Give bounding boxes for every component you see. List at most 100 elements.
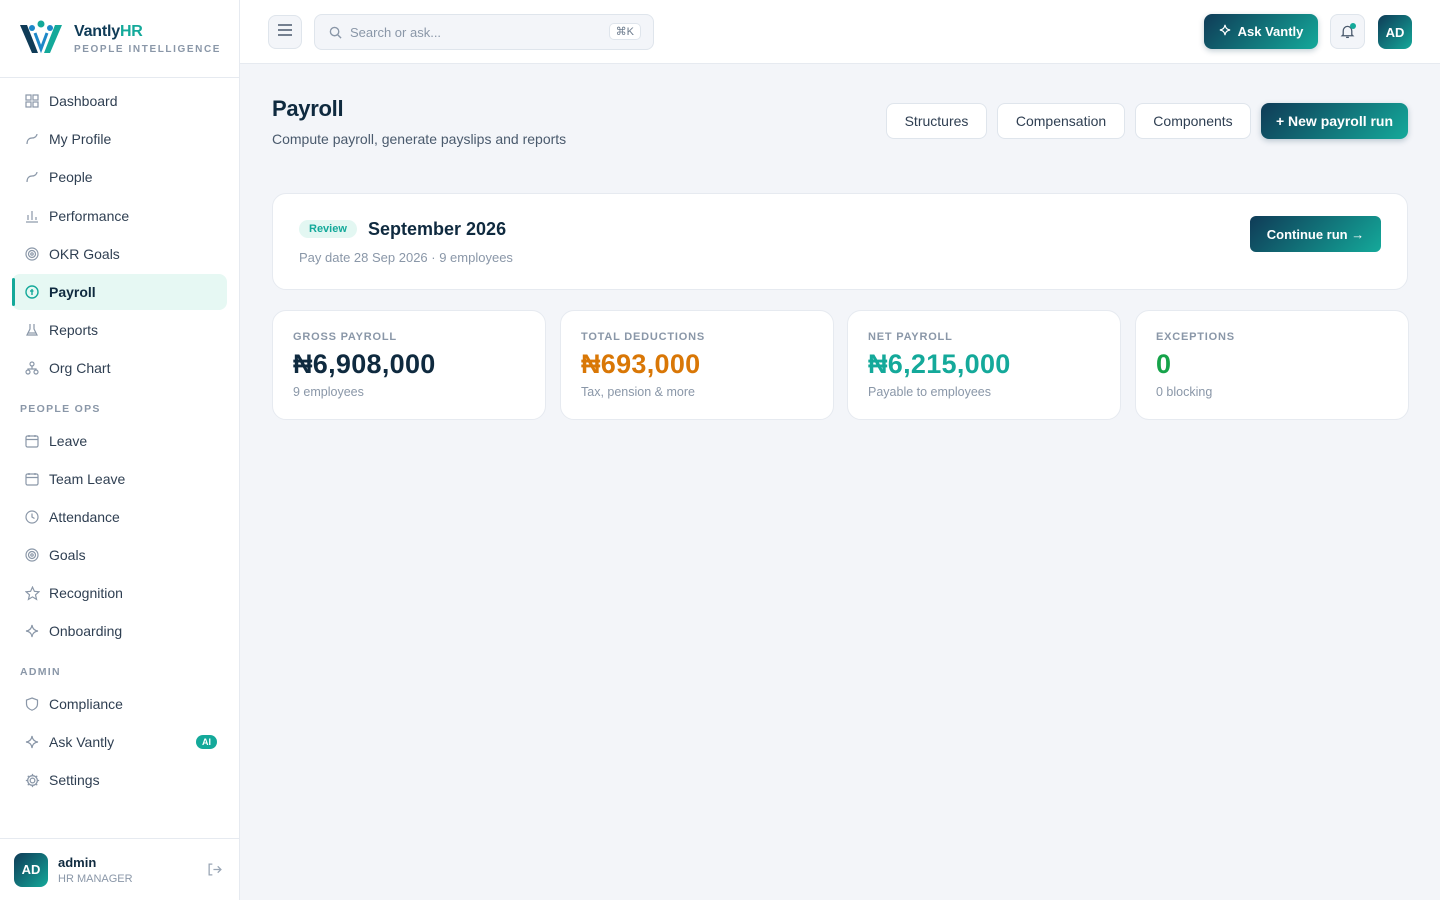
sidebar-item-okr-goals[interactable]: OKR Goals [12, 236, 227, 272]
clock-icon [24, 509, 40, 525]
sidebar-item-label: Reports [49, 322, 99, 339]
sidebar-item-compliance[interactable]: Compliance [12, 686, 227, 722]
sidebar-item-people[interactable]: People [12, 159, 227, 195]
sidebar-item-dashboard[interactable]: Dashboard [12, 83, 227, 119]
gear-icon [24, 772, 40, 788]
sidebar-item-label: Leave [49, 432, 88, 449]
structures-button[interactable]: Structures [886, 103, 987, 139]
sidebar-item-my-profile[interactable]: My Profile [12, 121, 227, 157]
stat-card-total-deductions: TOTAL DEDUCTIONS ₦693,000 Tax, pension &… [560, 310, 834, 420]
sidebar-item-label: Team Leave [49, 470, 126, 487]
sidebar-item-label: Onboarding [49, 623, 123, 640]
stat-value: 0 [1156, 349, 1172, 379]
stat-card-net-payroll: NET PAYROLL ₦6,215,000 Payable to employ… [847, 310, 1121, 420]
money-icon [24, 284, 40, 300]
user-avatar-button[interactable]: AD [1378, 15, 1412, 49]
stat-value: ₦6,908,000 [293, 349, 436, 379]
user-name: admin [58, 854, 97, 870]
sidebar-item-label: Recognition [49, 585, 123, 602]
sidebar-item-reports[interactable]: Reports [12, 312, 227, 348]
calendar-icon [24, 471, 40, 487]
sidebar-item-org-chart[interactable]: Org Chart [12, 350, 227, 386]
stat-card-exceptions: EXCEPTIONS 0 0 blocking [1135, 310, 1409, 420]
notification-dot [1350, 23, 1356, 29]
sidebar-item-payroll[interactable]: Payroll [12, 273, 227, 310]
sidebar-item-label: People [49, 169, 93, 186]
search-shortcut: ⌘K [608, 23, 641, 40]
sidebar-item-label: Attendance [49, 508, 120, 525]
notifications-button[interactable] [1330, 14, 1365, 49]
stat-note: 9 employees [293, 385, 364, 399]
vantly-logo [20, 20, 62, 53]
users-icon [24, 169, 40, 185]
sidebar-item-goals[interactable]: Goals [12, 537, 227, 573]
sidebar-nav: Dashboard My Profile People Performance … [0, 78, 239, 798]
sparkle-icon [24, 734, 40, 750]
ask-vantly-button[interactable]: Ask Vantly [1204, 14, 1318, 49]
stat-note: Tax, pension & more [581, 385, 695, 399]
section-people-ops: PEOPLE OPS [20, 402, 101, 415]
brand-tagline: PEOPLE INTELLIGENCE [74, 43, 222, 55]
sidebar-item-label: Payroll [49, 283, 96, 300]
sidebar: VantlyHR PEOPLE INTELLIGENCE Dashboard M… [0, 0, 240, 900]
search-box[interactable]: ⌘K [314, 14, 654, 50]
sidebar-item-attendance[interactable]: Attendance [12, 499, 227, 535]
logout-icon[interactable] [207, 862, 222, 882]
run-meta: Pay date 28 Sep 2026 · 9 employees [299, 250, 513, 265]
flask-icon [24, 322, 40, 338]
sidebar-item-label: My Profile [49, 131, 112, 148]
search-input[interactable] [350, 24, 600, 40]
stat-label: EXCEPTIONS [1156, 331, 1235, 343]
sparkle-icon [1219, 24, 1231, 39]
hamburger-icon [277, 23, 293, 42]
sidebar-item-label: Ask Vantly [49, 733, 115, 750]
components-button[interactable]: Components [1135, 103, 1251, 139]
payroll-run-card: Review September 2026 Pay date 28 Sep 20… [272, 193, 1408, 290]
page-subtitle: Compute payroll, generate payslips and r… [272, 131, 567, 147]
user-role: HR MANAGER [58, 872, 133, 885]
page-title: Payroll [272, 96, 344, 121]
ask-vantly-label: Ask Vantly [1237, 24, 1304, 39]
sidebar-item-onboarding[interactable]: Onboarding [12, 613, 227, 649]
stat-card-gross-payroll: GROSS PAYROLL ₦6,908,000 9 employees [272, 310, 546, 420]
stat-value: ₦6,215,000 [868, 349, 1011, 379]
sidebar-item-performance[interactable]: Performance [12, 198, 227, 234]
sidebar-item-label: Settings [49, 772, 100, 788]
run-title: September 2026 [368, 219, 507, 239]
topbar: ⌘K Ask Vantly AD [240, 0, 1440, 64]
grid-icon [24, 93, 40, 109]
star-icon [24, 585, 40, 601]
sidebar-item-label: Performance [49, 207, 130, 224]
sidebar-item-team-leave[interactable]: Team Leave [12, 461, 227, 497]
stat-label: NET PAYROLL [868, 331, 953, 343]
org-chart-icon [24, 360, 40, 376]
compensation-button[interactable]: Compensation [997, 103, 1125, 139]
status-badge: Review [299, 220, 357, 238]
sidebar-item-label: Org Chart [49, 360, 111, 377]
sidebar-item-label: Compliance [49, 695, 123, 712]
stat-value: ₦693,000 [581, 349, 701, 379]
stat-note: 0 blocking [1156, 385, 1213, 399]
new-payroll-run-button[interactable]: + New payroll run [1261, 103, 1408, 139]
target-icon [24, 246, 40, 262]
ai-badge: AI [196, 734, 217, 749]
avatar: AD [14, 852, 48, 887]
sidebar-item-label: Dashboard [49, 93, 118, 109]
stat-label: GROSS PAYROLL [293, 331, 397, 343]
sidebar-item-ask-vantly[interactable]: Ask Vantly AI [12, 724, 227, 760]
stat-label: TOTAL DEDUCTIONS [581, 331, 706, 343]
search-icon [329, 26, 342, 39]
sidebar-item-settings[interactable]: Settings [12, 762, 227, 798]
brand-name: VantlyHR [74, 22, 143, 40]
brand[interactable]: VantlyHR PEOPLE INTELLIGENCE [0, 0, 239, 78]
user-icon [24, 131, 40, 147]
continue-run-button[interactable]: Continue run → [1250, 216, 1381, 252]
menu-button[interactable] [268, 15, 302, 49]
sidebar-item-label: OKR Goals [49, 245, 120, 262]
user-profile[interactable]: AD admin HR MANAGER [0, 838, 240, 900]
sidebar-item-leave[interactable]: Leave [12, 423, 227, 459]
sidebar-item-label: Goals [49, 547, 86, 564]
sidebar-item-recognition[interactable]: Recognition [12, 575, 227, 611]
target-icon [24, 547, 40, 563]
calendar-icon [24, 433, 40, 449]
